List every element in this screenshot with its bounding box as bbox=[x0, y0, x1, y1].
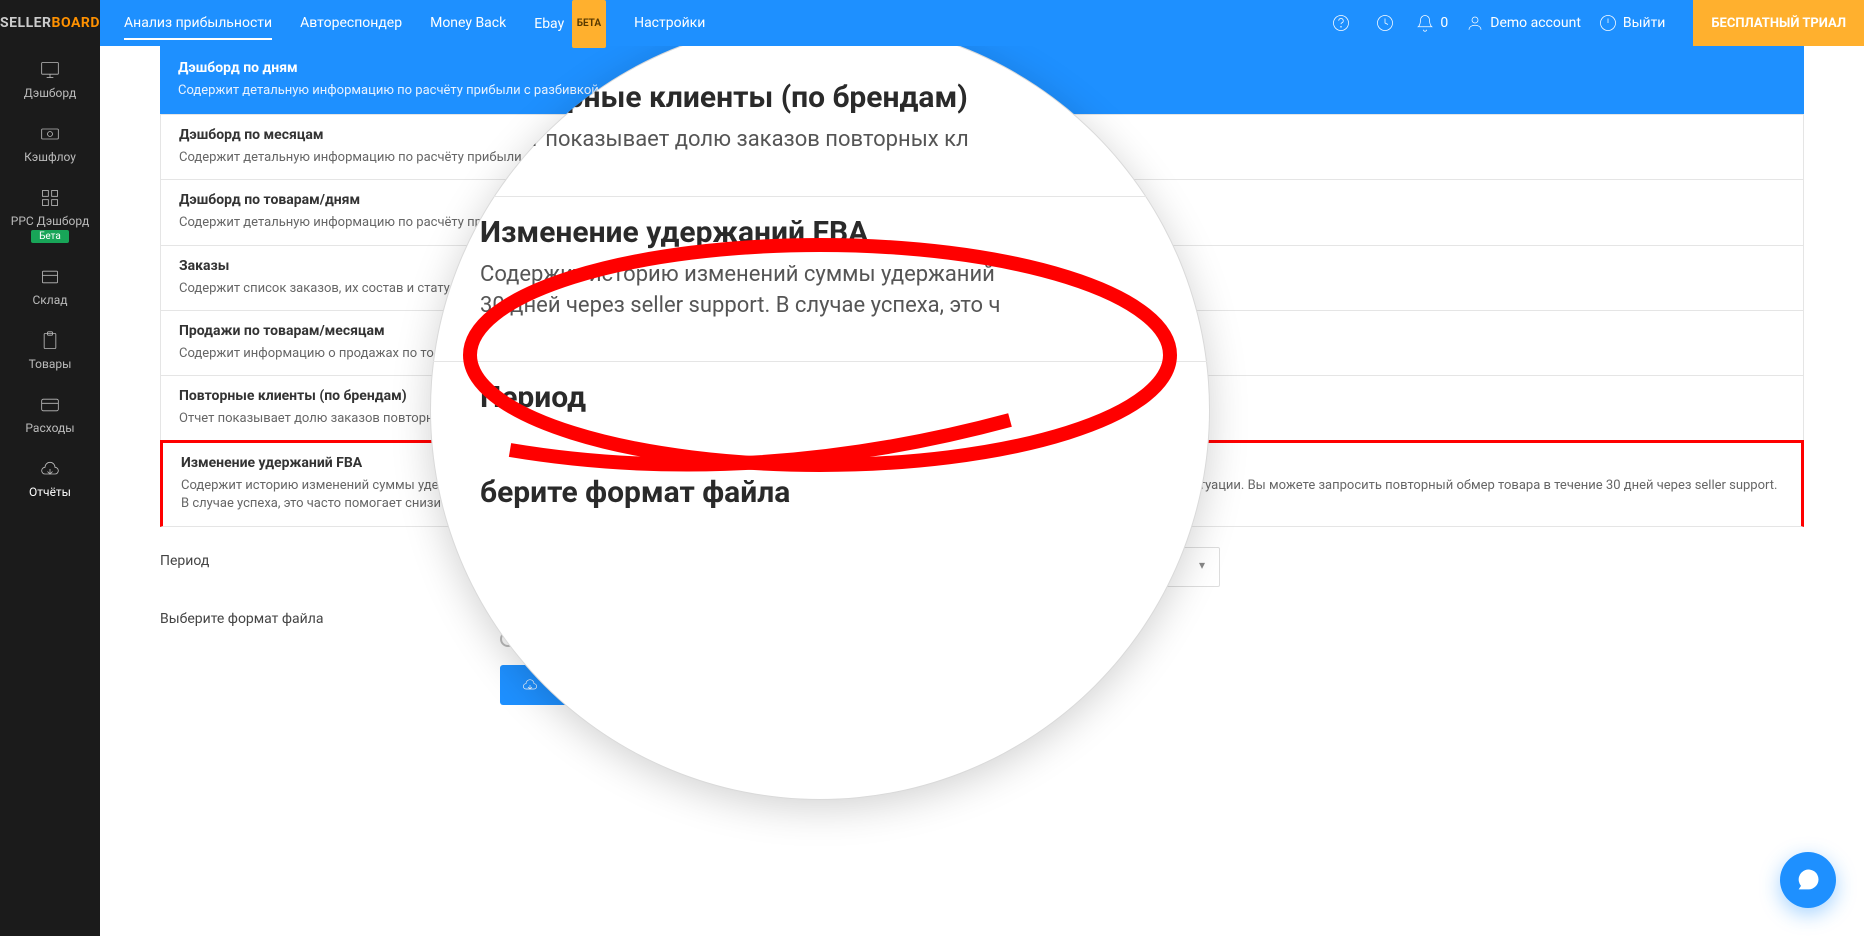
sidebar-label: Кэшфлоу bbox=[24, 150, 76, 164]
sidebar-item-expenses[interactable]: Расходы bbox=[0, 381, 100, 445]
topnav-ebay[interactable]: Ebay БЕТА bbox=[520, 0, 620, 46]
topnav-label: Ebay bbox=[534, 16, 564, 32]
topnav-profit-analysis[interactable]: Анализ прибыльности bbox=[110, 0, 286, 46]
topnav-settings[interactable]: Настройки bbox=[620, 0, 719, 46]
chat-widget-button[interactable] bbox=[1780, 852, 1836, 908]
sidebar-item-ppc[interactable]: PPC Дэшборд Бета bbox=[0, 174, 100, 253]
stock-icon bbox=[37, 267, 63, 287]
format-label: Выберите формат файла bbox=[160, 605, 500, 627]
mag-text: Содержит историю изменений суммы удержан… bbox=[480, 260, 1160, 291]
free-trial-button[interactable]: БЕСПЛАТНЫЙ ТРИАЛ bbox=[1693, 0, 1864, 46]
logout-button[interactable]: Выйти bbox=[1599, 14, 1666, 32]
clipboard-icon bbox=[37, 331, 63, 351]
sidebar-label: PPC Дэшборд bbox=[11, 214, 89, 228]
topnav-label: Money Back bbox=[430, 15, 506, 31]
user-icon bbox=[1466, 14, 1484, 32]
sidebar-item-products[interactable]: Товары bbox=[0, 317, 100, 381]
card-icon bbox=[37, 395, 63, 415]
beta-badge: Бета bbox=[31, 230, 69, 243]
logout-icon bbox=[1599, 14, 1617, 32]
monitor-icon bbox=[37, 60, 63, 80]
logo-text-2: BOARD bbox=[52, 15, 100, 31]
topnav: Анализ прибыльности Автореспондер Money … bbox=[100, 0, 719, 46]
sidebar-item-stock[interactable]: Склад bbox=[0, 253, 100, 317]
topnav-autoresponder[interactable]: Автореспондер bbox=[286, 0, 416, 46]
help-icon bbox=[1332, 14, 1350, 32]
mag-heading: Изменение удержаний FBA bbox=[480, 215, 1160, 250]
account-button[interactable]: Demo account bbox=[1466, 14, 1581, 32]
topbar-right: 0 Demo account Выйти БЕСПЛАТНЫЙ ТРИАЛ bbox=[1328, 0, 1864, 46]
logout-label: Выйти bbox=[1623, 15, 1666, 31]
history-button[interactable] bbox=[1372, 10, 1398, 36]
cta-label: БЕСПЛАТНЫЙ ТРИАЛ bbox=[1711, 16, 1846, 31]
notifications-count: 0 bbox=[1440, 15, 1448, 31]
sidebar-label: Расходы bbox=[25, 421, 74, 435]
grid-icon bbox=[37, 188, 63, 208]
sidebar-item-dashboard[interactable]: Дэшборд bbox=[0, 46, 100, 110]
beta-tag: БЕТА bbox=[572, 0, 606, 48]
topbar: Анализ прибыльности Автореспондер Money … bbox=[100, 0, 1864, 46]
notifications-button[interactable]: 0 bbox=[1416, 14, 1448, 32]
logo-text-1: SELLER bbox=[0, 15, 52, 31]
chat-icon bbox=[1794, 866, 1822, 894]
clock-icon bbox=[1376, 14, 1394, 32]
mag-heading: берите формат файла bbox=[480, 475, 1160, 510]
sidebar-item-reports[interactable]: Отчёты bbox=[0, 445, 100, 509]
sidebar-label: Дэшборд bbox=[24, 86, 77, 100]
help-button[interactable] bbox=[1328, 10, 1354, 36]
sidebar-label: Отчёты bbox=[29, 485, 71, 499]
sidebar-item-cashflow[interactable]: Кэшфлоу bbox=[0, 110, 100, 174]
cloud-download-icon bbox=[37, 459, 63, 479]
bell-icon bbox=[1416, 14, 1434, 32]
cash-icon bbox=[37, 124, 63, 144]
sidebar-label: Склад bbox=[32, 293, 67, 307]
topnav-label: Настройки bbox=[634, 15, 705, 31]
topnav-label: Автореспондер bbox=[300, 15, 402, 31]
period-label: Период bbox=[160, 547, 500, 569]
cloud-download-icon bbox=[522, 677, 538, 693]
account-label: Demo account bbox=[1490, 15, 1581, 31]
mag-text: Отчет показывает долю заказов повторных … bbox=[480, 125, 1160, 156]
magnifier-callout: Повторные клиенты (по брендам) Отчет пок… bbox=[430, 20, 1210, 800]
topnav-moneyback[interactable]: Money Back bbox=[416, 0, 520, 46]
mag-text: 30 дней через seller support. В случае у… bbox=[480, 291, 1160, 322]
mag-heading: Повторные клиенты (по брендам) bbox=[480, 80, 1160, 115]
logo[interactable]: SELLERBOARD bbox=[0, 0, 100, 46]
topnav-label: Анализ прибыльности bbox=[124, 15, 272, 31]
sidebar: SELLERBOARD Дэшборд Кэшфлоу PPC Дэшборд … bbox=[0, 0, 100, 936]
mag-heading: Период bbox=[480, 380, 1160, 415]
sidebar-label: Товары bbox=[29, 357, 72, 371]
